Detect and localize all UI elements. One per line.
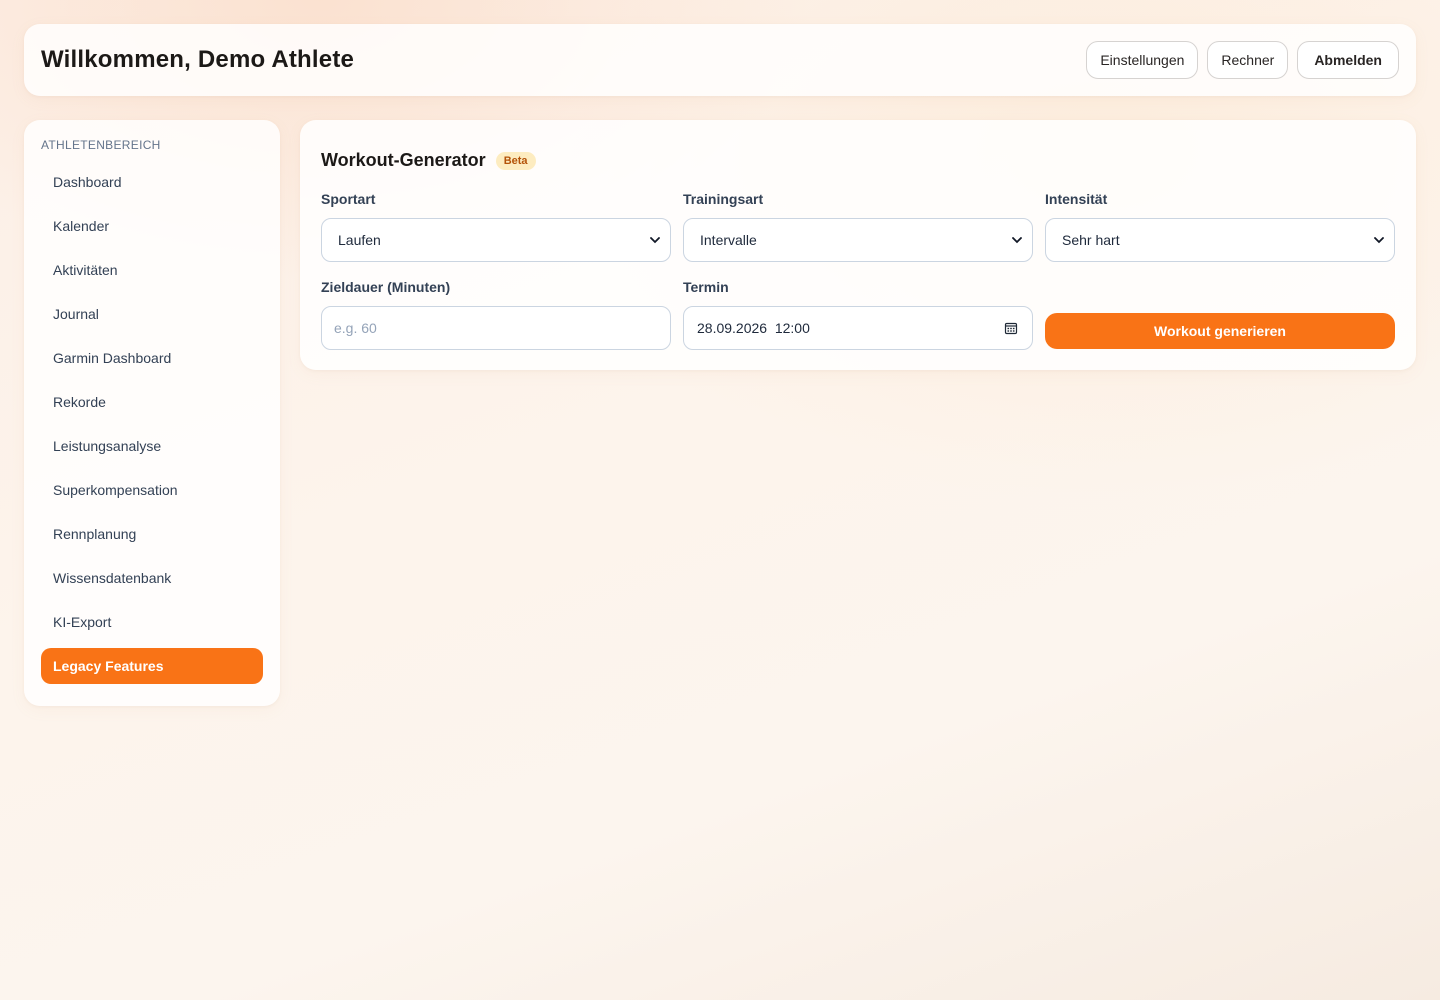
sidebar-item-garmin-dashboard[interactable]: Garmin Dashboard <box>41 340 263 376</box>
sidebar-item-legacy-features[interactable]: Legacy Features <box>41 648 263 684</box>
beta-badge: Beta <box>495 151 536 170</box>
sidebar-item-rekorde[interactable]: Rekorde <box>41 384 263 420</box>
sidebar-item-aktivitaeten[interactable]: Aktivitäten <box>41 252 263 288</box>
sidebar-heading: ATHLETENBEREICH <box>41 138 161 152</box>
sidebar: ATHLETENBEREICH Dashboard Kalender Aktiv… <box>24 120 280 706</box>
training-type-label: Trainingsart <box>683 191 764 207</box>
chevron-down-icon <box>1012 235 1022 245</box>
appointment-field: Termin 28.09.2026 12:00 <box>683 278 1033 350</box>
sidebar-item-leistungsanalyse[interactable]: Leistungsanalyse <box>41 428 263 464</box>
logout-button[interactable]: Abmelden <box>1297 41 1399 79</box>
header-actions: Einstellungen Rechner Abmelden <box>1086 41 1399 79</box>
sidebar-item-kalender[interactable]: Kalender <box>41 208 263 244</box>
duration-input[interactable]: e.g. 60 <box>321 306 671 350</box>
duration-placeholder: e.g. 60 <box>334 320 377 336</box>
appointment-datetime-input[interactable]: 28.09.2026 12:00 <box>683 306 1033 350</box>
training-type-select[interactable]: Intervalle <box>683 218 1033 262</box>
settings-button[interactable]: Einstellungen <box>1086 41 1199 79</box>
top-header: Willkommen, Demo Athlete Einstellungen R… <box>24 24 1416 96</box>
page-title: Willkommen, Demo Athlete <box>41 46 355 73</box>
calculator-button[interactable]: Rechner <box>1207 41 1289 79</box>
sidebar-item-dashboard[interactable]: Dashboard <box>41 164 263 200</box>
intensity-field: Intensität Sehr hart <box>1045 190 1395 262</box>
sport-label: Sportart <box>321 191 376 207</box>
workout-generator-card: Workout-Generator Beta Sportart Laufen T… <box>300 120 1416 370</box>
sidebar-item-wissensdatenbank[interactable]: Wissensdatenbank <box>41 560 263 596</box>
generate-workout-button[interactable]: Workout generieren <box>1045 313 1395 349</box>
card-header: Workout-Generator Beta <box>321 150 536 171</box>
intensity-label: Intensität <box>1045 191 1108 207</box>
sidebar-item-ki-export[interactable]: KI-Export <box>41 604 263 640</box>
duration-field: Zieldauer (Minuten) e.g. 60 <box>321 278 671 350</box>
appointment-value: 28.09.2026 12:00 <box>697 320 810 336</box>
chevron-down-icon <box>650 235 660 245</box>
sidebar-item-superkompensation[interactable]: Superkompensation <box>41 472 263 508</box>
training-type-field: Trainingsart Intervalle <box>683 190 1033 262</box>
chevron-down-icon <box>1374 235 1384 245</box>
sport-select-value: Laufen <box>338 232 381 248</box>
calendar-icon[interactable] <box>1004 321 1018 335</box>
intensity-select-value: Sehr hart <box>1062 232 1120 248</box>
duration-label: Zieldauer (Minuten) <box>321 279 451 295</box>
sport-select[interactable]: Laufen <box>321 218 671 262</box>
appointment-label: Termin <box>683 279 729 295</box>
sidebar-item-journal[interactable]: Journal <box>41 296 263 332</box>
training-type-select-value: Intervalle <box>700 232 757 248</box>
sidebar-item-rennplanung[interactable]: Rennplanung <box>41 516 263 552</box>
sport-field: Sportart Laufen <box>321 190 671 262</box>
intensity-select[interactable]: Sehr hart <box>1045 218 1395 262</box>
card-title: Workout-Generator <box>321 150 486 170</box>
